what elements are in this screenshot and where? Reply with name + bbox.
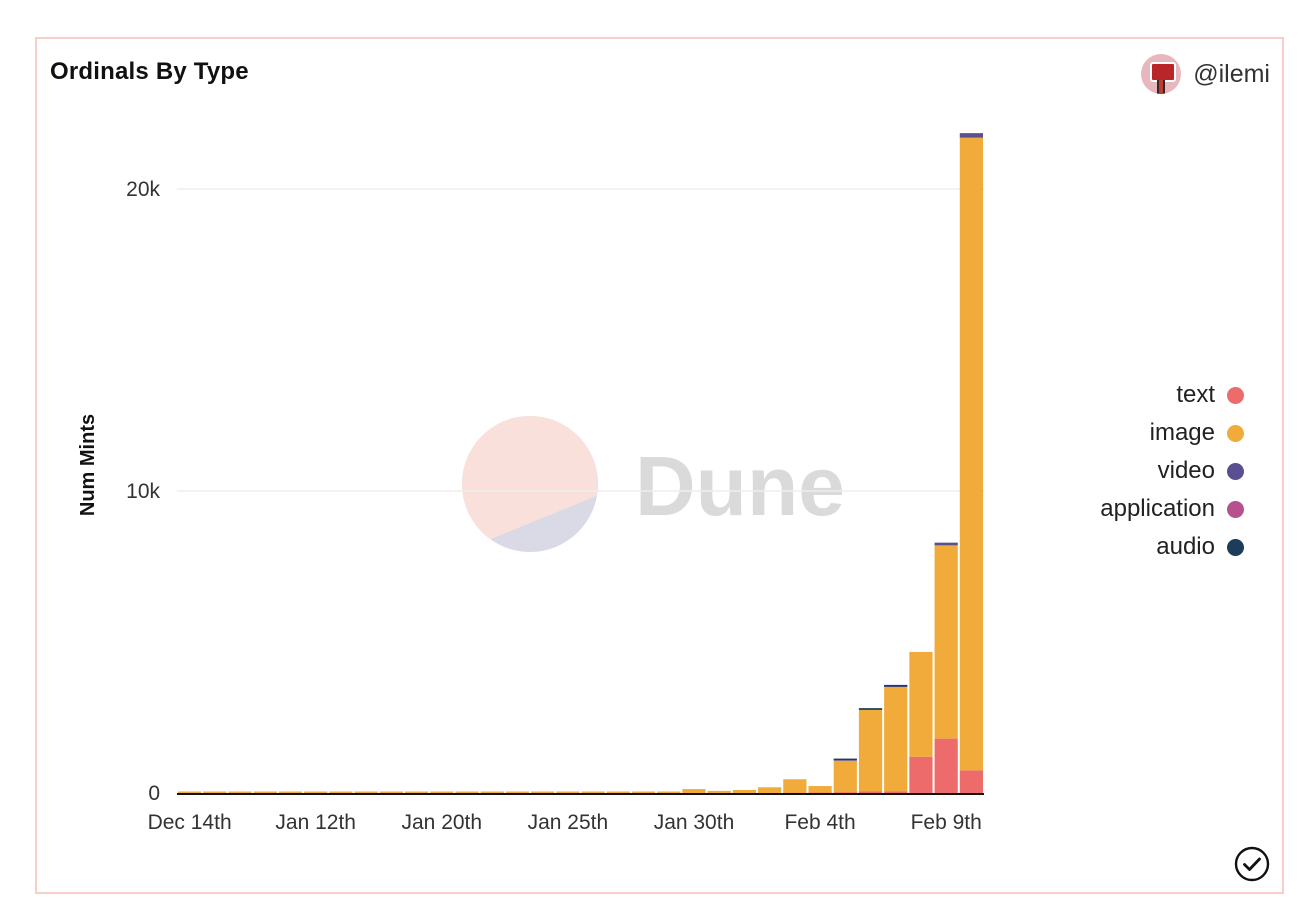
- legend-swatch-icon: [1227, 424, 1244, 442]
- legend-swatch-icon: [1227, 386, 1244, 404]
- legend-label: text: [1176, 381, 1215, 408]
- x-tick-label: Jan 20th: [402, 811, 483, 834]
- bar-segment-image[interactable]: [783, 779, 807, 793]
- bar-segment-text[interactable]: [934, 738, 958, 793]
- legend-swatch-icon: [1227, 538, 1244, 556]
- y-tick-label: 20k: [126, 178, 160, 201]
- x-tick-label: Jan 25th: [528, 811, 609, 834]
- legend-swatch-icon: [1227, 462, 1244, 480]
- legend-swatch-icon: [1227, 500, 1244, 518]
- bar-segment-image[interactable]: [505, 791, 530, 794]
- bar-segment-image[interactable]: [732, 789, 757, 793]
- bar-segment-image[interactable]: [455, 791, 479, 794]
- bar-segment-image[interactable]: [278, 791, 303, 794]
- bar-segment-image[interactable]: [934, 545, 958, 739]
- bar-segment-audio[interactable]: [833, 758, 857, 761]
- bar-segment-image[interactable]: [631, 791, 656, 794]
- bar-segment-image[interactable]: [884, 686, 908, 792]
- bar-segment-image[interactable]: [329, 791, 353, 794]
- legend-item-text[interactable]: text: [1100, 376, 1244, 414]
- legend-label: audio: [1156, 533, 1215, 560]
- bar-segment-image[interactable]: [203, 791, 227, 794]
- y-tick-label: 10k: [126, 480, 160, 503]
- bar-segment-image[interactable]: [178, 791, 202, 794]
- bar-segment-image[interactable]: [354, 791, 378, 794]
- bar-segment-image[interactable]: [657, 791, 681, 794]
- dune-watermark: Dune: [462, 416, 845, 552]
- bar-segment-image[interactable]: [228, 791, 252, 794]
- x-tick-label: Jan 12th: [275, 811, 356, 834]
- bar-segment-text[interactable]: [858, 791, 883, 793]
- bar-segment-image[interactable]: [959, 137, 983, 771]
- bar-segment-text[interactable]: [909, 756, 933, 793]
- bar-segment-audio[interactable]: [884, 684, 908, 687]
- bar-segment-image[interactable]: [379, 791, 403, 794]
- bar-segment-text[interactable]: [884, 791, 908, 793]
- bar-segment-audio[interactable]: [858, 708, 883, 710]
- legend-label: video: [1157, 457, 1215, 484]
- legend-item-video[interactable]: video: [1100, 452, 1244, 490]
- bar-segment-image[interactable]: [304, 791, 328, 794]
- watermark-text: Dune: [635, 439, 845, 533]
- legend-label: image: [1149, 419, 1215, 446]
- bar-segment-video[interactable]: [959, 133, 983, 138]
- legend-item-image[interactable]: image: [1100, 414, 1244, 452]
- bar-segment-image[interactable]: [253, 791, 277, 794]
- bar-segment-image[interactable]: [858, 709, 883, 792]
- legend-item-audio[interactable]: audio: [1100, 528, 1244, 566]
- x-tick-label: Jan 30th: [654, 811, 735, 834]
- bar-segment-text[interactable]: [959, 770, 983, 793]
- bar-segment-video[interactable]: [934, 542, 958, 546]
- bar-segment-image[interactable]: [808, 786, 832, 793]
- bar-segment-image[interactable]: [606, 791, 630, 794]
- bar-segment-image[interactable]: [430, 791, 454, 794]
- x-tick-label: Dec 14th: [148, 811, 232, 834]
- y-axis-label: Num Mints: [77, 414, 99, 516]
- y-tick-label: 0: [148, 782, 160, 805]
- x-tick-label: Feb 4th: [784, 811, 855, 834]
- bar-segment-image[interactable]: [707, 790, 731, 793]
- check-circle-icon[interactable]: [1234, 846, 1270, 882]
- bar-segment-image[interactable]: [480, 791, 504, 794]
- bar-segment-image[interactable]: [758, 787, 782, 793]
- legend-label: application: [1100, 495, 1215, 522]
- bar-segment-image[interactable]: [531, 791, 555, 794]
- bar-segment-image[interactable]: [909, 651, 933, 757]
- bar-segment-image[interactable]: [556, 791, 580, 794]
- legend: text image video application audio: [1100, 376, 1244, 566]
- legend-item-application[interactable]: application: [1100, 490, 1244, 528]
- bar-segment-image[interactable]: [682, 789, 706, 793]
- bar-segment-image[interactable]: [581, 791, 605, 794]
- bar-segment-image[interactable]: [404, 791, 429, 794]
- x-tick-label: Feb 9th: [911, 811, 982, 834]
- bar-segment-image[interactable]: [833, 760, 857, 793]
